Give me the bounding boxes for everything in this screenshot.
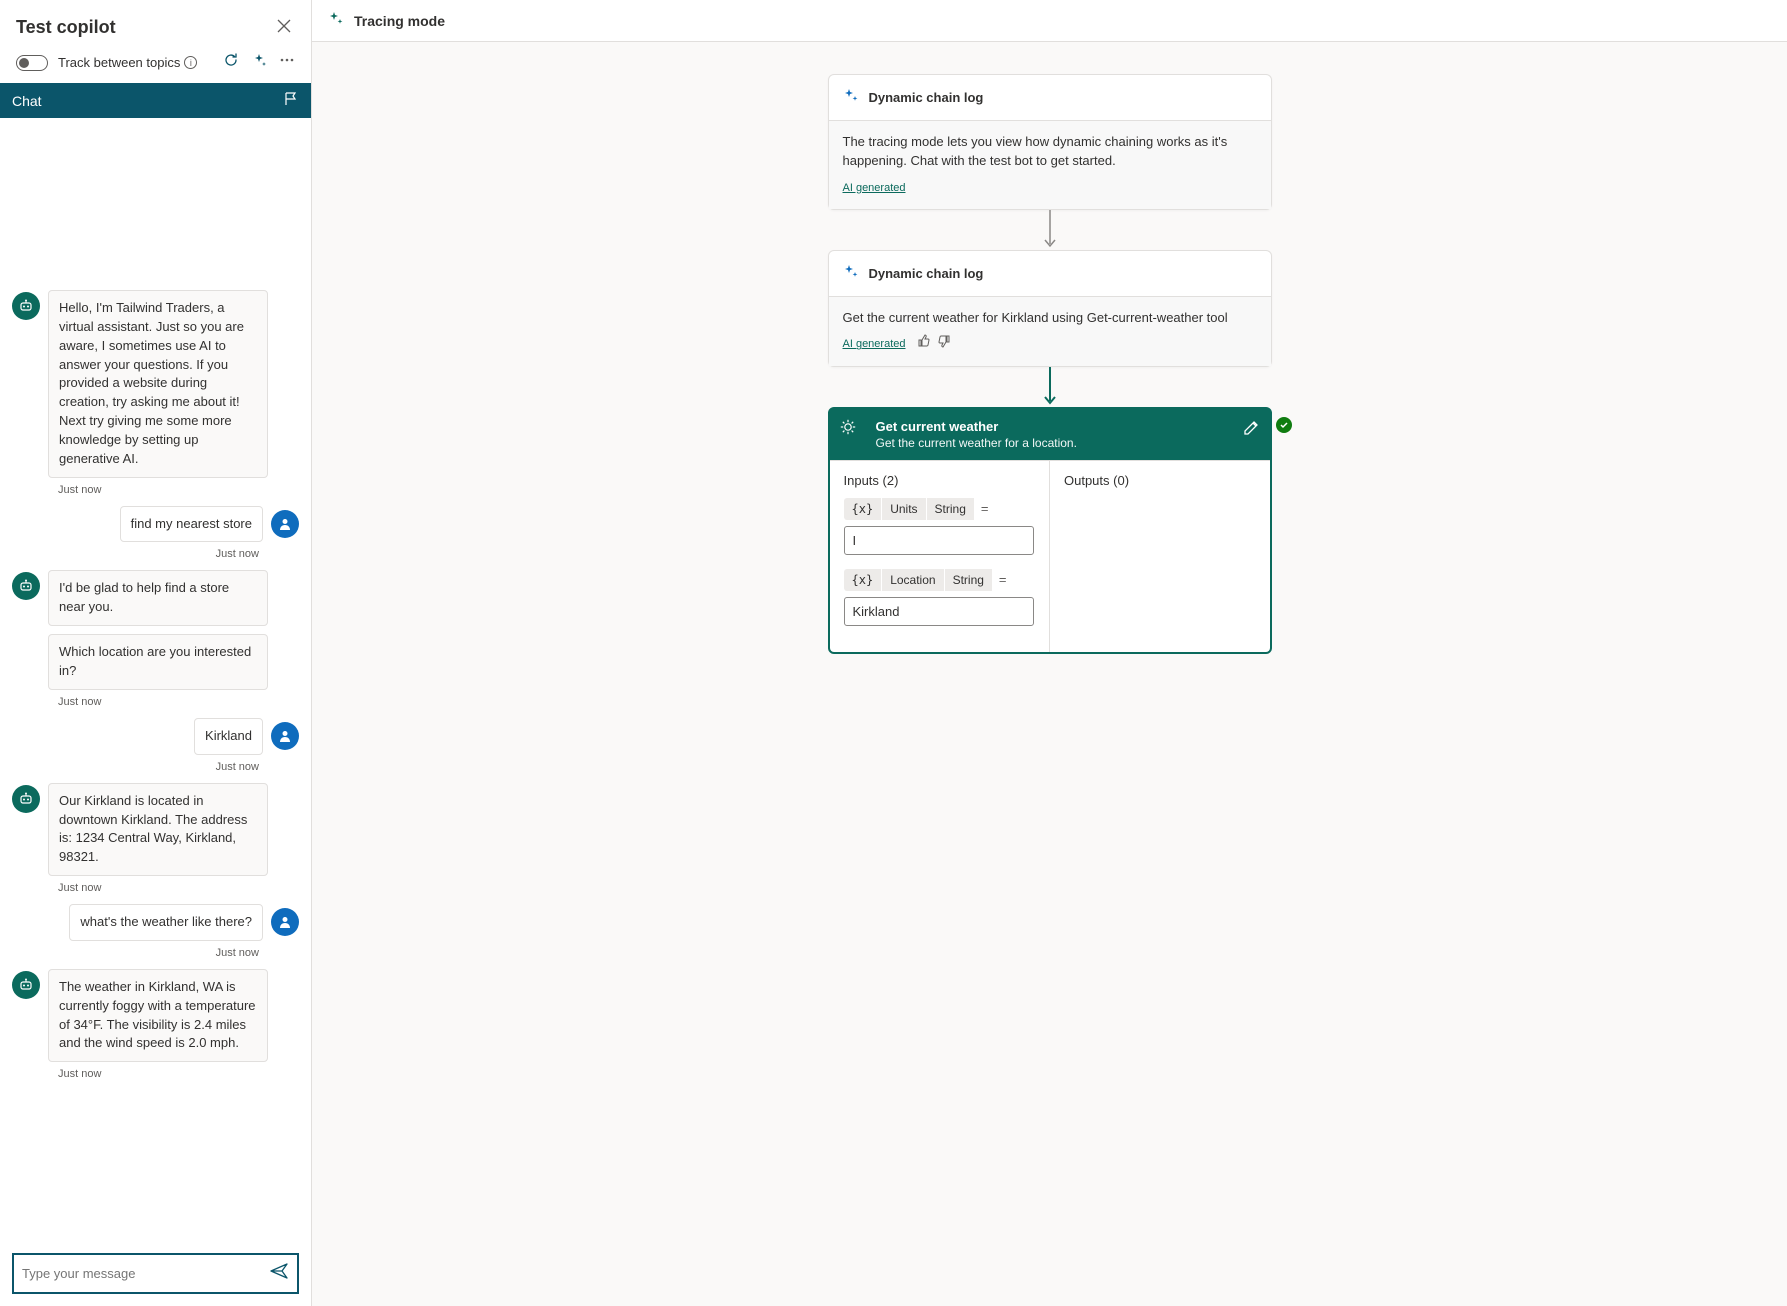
msg-ts: Just now [58,1068,299,1080]
location-input[interactable] [844,597,1034,626]
var-chip: {x} [844,498,883,520]
node-title: Dynamic chain log [869,266,984,281]
track-toggle[interactable] [16,55,48,71]
tool-title: Get current weather [876,419,1256,434]
chat-messages[interactable]: Hello, I'm Tailwind Traders, a virtual a… [0,118,311,1247]
outputs-label: Outputs (0) [1064,473,1256,488]
chat-header: Chat [0,83,311,118]
close-icon[interactable] [273,14,295,40]
msg-ts: Just now [58,696,299,708]
msg-text: The weather in Kirkland, WA is currently… [48,969,268,1062]
msg-bot: Our Kirkland is located in downtown Kirk… [12,783,299,876]
weather-icon [830,409,866,445]
edit-icon[interactable] [1242,419,1260,442]
user-avatar-icon [271,510,299,538]
tool-subtitle: Get the current weather for a location. [876,436,1256,450]
sparkle-icon [843,87,859,108]
user-avatar-icon [271,722,299,750]
panel-title: Test copilot [16,17,116,38]
chain-log-node-2[interactable]: Dynamic chain log Get the current weathe… [828,250,1272,367]
bot-avatar-icon [12,785,40,813]
bot-avatar-icon [12,971,40,999]
msg-user: find my nearest store [12,506,299,543]
param-name: Units [882,498,926,520]
msg-text: Which location are you interested in? [48,634,268,690]
track-label-text: Track between topics [58,55,180,70]
arrow-down-icon [1043,210,1057,250]
tracing-canvas[interactable]: Dynamic chain log The tracing mode lets … [312,42,1787,1306]
chat-header-label: Chat [12,93,42,109]
sparkle-icon [843,263,859,284]
tracing-header: Tracing mode [312,0,1787,42]
thumbs-down-icon[interactable] [937,334,951,354]
param-type: String [945,569,993,591]
msg-ts: Just now [58,484,299,496]
msg-bot: I'd be glad to help find a store near yo… [12,570,299,626]
bot-avatar-icon [12,292,40,320]
toolbar-row: Track between topics i [0,48,311,83]
tool-node-weather[interactable]: Get current weather Get the current weat… [828,407,1272,654]
inputs-column: Inputs (2) {x} Units String = {x} Locati… [830,461,1051,652]
msg-text: Kirkland [194,718,263,755]
units-input[interactable] [844,526,1034,555]
param-type: String [927,498,975,520]
message-input-container [12,1253,299,1294]
chain-log-node-1[interactable]: Dynamic chain log The tracing mode lets … [828,74,1272,210]
ai-generated-link[interactable]: AI generated [843,181,906,197]
inputs-label: Inputs (2) [844,473,1036,488]
send-icon[interactable] [269,1261,289,1286]
node-body: The tracing mode lets you view how dynam… [829,121,1271,209]
msg-bot: The weather in Kirkland, WA is currently… [12,969,299,1062]
msg-text: I'd be glad to help find a store near yo… [48,570,268,626]
node-body-text: Get the current weather for Kirkland usi… [843,309,1257,328]
success-check-icon [1276,417,1292,433]
param-name: Location [882,569,944,591]
msg-user: Kirkland [12,718,299,755]
msg-text: what's the weather like there? [69,904,263,941]
param-row-units: {x} Units String = [844,498,1036,520]
more-icon[interactable] [279,52,295,73]
var-chip: {x} [844,569,883,591]
msg-text: Our Kirkland is located in downtown Kirk… [48,783,268,876]
node-body-text: The tracing mode lets you view how dynam… [843,133,1257,171]
ai-generated-link[interactable]: AI generated [843,337,906,353]
msg-bot: Hello, I'm Tailwind Traders, a virtual a… [12,290,299,478]
msg-ts: Just now [58,882,299,894]
tracing-panel: Tracing mode Dynamic chain log The traci… [312,0,1787,1306]
msg-user: what's the weather like there? [12,904,299,941]
sparkle-icon[interactable] [251,52,267,73]
msg-ts: Just now [12,761,259,773]
equals-sign: = [975,501,995,516]
flag-icon[interactable] [283,91,299,110]
sparkle-icon [328,10,344,31]
node-body: Get the current weather for Kirkland usi… [829,297,1271,366]
message-input[interactable] [22,1266,269,1281]
node-title: Dynamic chain log [869,90,984,105]
info-icon[interactable]: i [184,56,197,69]
track-toggle-label: Track between topics i [58,55,217,70]
user-avatar-icon [271,908,299,936]
msg-text: find my nearest store [120,506,263,543]
refresh-icon[interactable] [223,52,239,73]
bot-avatar-icon [12,572,40,600]
param-row-location: {x} Location String = [844,569,1036,591]
tracing-title: Tracing mode [354,13,445,29]
outputs-column: Outputs (0) [1050,461,1270,652]
msg-ts: Just now [12,548,259,560]
test-copilot-panel: Test copilot Track between topics i Chat… [0,0,312,1306]
equals-sign: = [993,572,1013,587]
thumbs-up-icon[interactable] [917,334,931,354]
msg-bot: Which location are you interested in? [12,634,299,690]
msg-text: Hello, I'm Tailwind Traders, a virtual a… [48,290,268,478]
msg-ts: Just now [12,947,259,959]
panel-header: Test copilot [0,0,311,48]
arrow-down-icon [1043,367,1057,407]
